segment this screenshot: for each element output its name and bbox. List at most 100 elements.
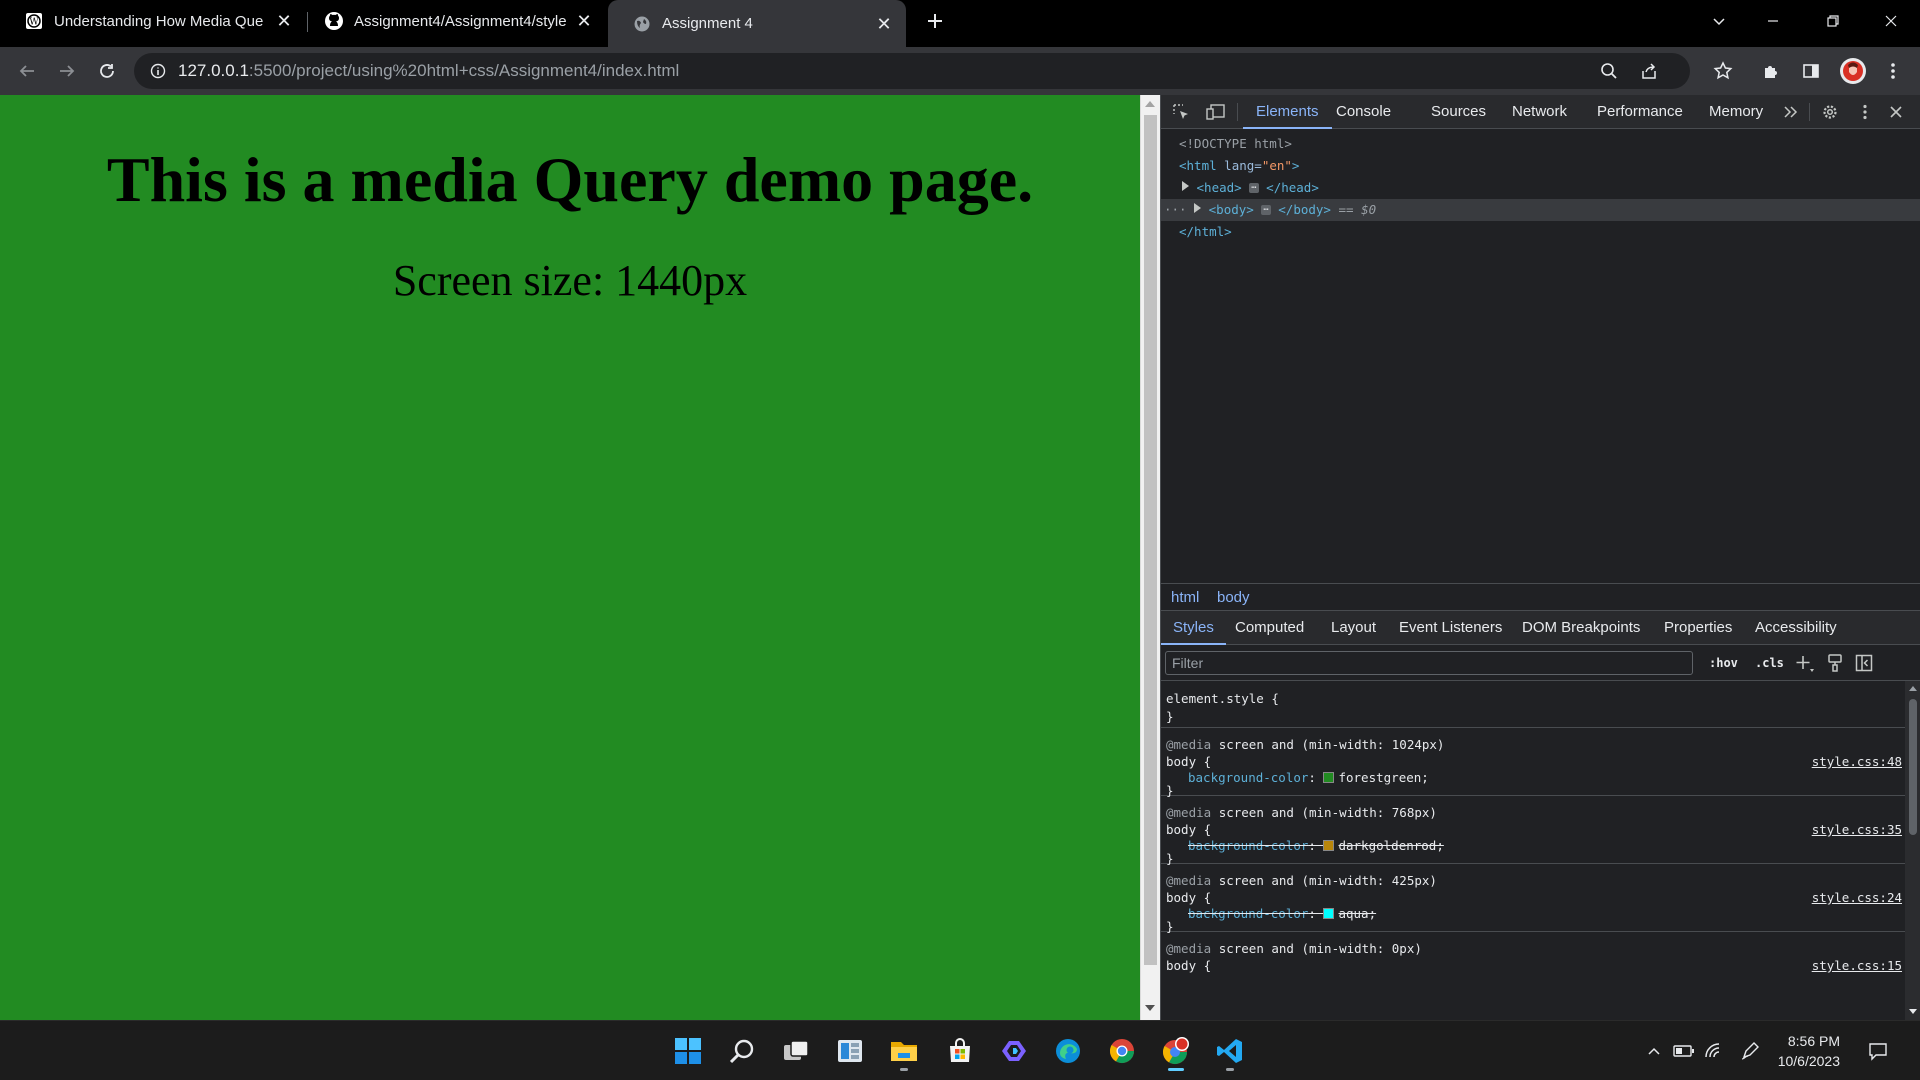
subtab-styles[interactable]: Styles — [1161, 611, 1226, 645]
css-declaration[interactable]: background-color: forestgreen; — [1188, 768, 1429, 788]
battery-icon[interactable] — [1672, 1039, 1696, 1063]
copilot-icon[interactable] — [994, 1031, 1034, 1071]
subtab-dom-breakpoints[interactable]: DOM Breakpoints — [1522, 611, 1640, 645]
notifications-icon[interactable] — [1866, 1039, 1890, 1063]
dom-body-node[interactable]: ··· <body> ⋯ </body> == $0 — [1161, 199, 1920, 221]
tab-network[interactable]: Network — [1512, 95, 1567, 129]
source-link[interactable]: style.css:15 — [1812, 956, 1902, 976]
profile-button[interactable] — [1836, 54, 1870, 88]
widgets-icon[interactable] — [830, 1031, 870, 1071]
scroll-down-arrow[interactable] — [1145, 1005, 1155, 1011]
scroll-up-arrow[interactable] — [1145, 101, 1155, 107]
breadcrumb-html[interactable]: html — [1171, 584, 1199, 612]
expand-triangle-icon[interactable] — [1194, 203, 1202, 213]
tab-close-icon[interactable]: ✕ — [574, 11, 594, 31]
page-scrollbar[interactable] — [1140, 95, 1160, 1020]
close-devtools-icon[interactable] — [1886, 102, 1906, 122]
microsoft-store-icon[interactable] — [940, 1031, 980, 1071]
tab-sources[interactable]: Sources — [1431, 95, 1486, 129]
subtab-computed[interactable]: Computed — [1235, 611, 1304, 645]
color-swatch[interactable] — [1323, 908, 1335, 919]
subtab-properties[interactable]: Properties — [1664, 611, 1732, 645]
scrollbar-thumb[interactable] — [1909, 699, 1917, 835]
media-rule-1024[interactable]: @media screen and (min-width: 1024px) bo… — [1161, 728, 1905, 798]
tab-close-icon[interactable]: ✕ — [874, 14, 894, 34]
start-icon[interactable] — [668, 1031, 708, 1071]
element-state-paint-icon[interactable] — [1827, 654, 1843, 672]
chrome-menu-button[interactable] — [1876, 54, 1910, 88]
devtools-menu-icon[interactable] — [1855, 102, 1875, 122]
media-rule-425[interactable]: @media screen and (min-width: 425px) bod… — [1161, 864, 1905, 934]
edge-icon[interactable] — [1048, 1031, 1088, 1071]
new-tab-button[interactable] — [918, 4, 952, 38]
vscode-icon[interactable] — [1210, 1031, 1250, 1071]
dom-doctype[interactable]: <!DOCTYPE html> — [1161, 133, 1920, 155]
show-hidden-icons-chevron-icon[interactable] — [1642, 1039, 1666, 1063]
tab-search-button[interactable] — [1702, 4, 1736, 38]
css-declaration-overridden[interactable]: background-color: darkgoldenrod; — [1188, 836, 1444, 856]
gutter-dots[interactable]: ··· — [1164, 202, 1187, 217]
class-toggle[interactable]: .cls — [1755, 653, 1784, 673]
close-window-button[interactable] — [1874, 4, 1908, 38]
tab-close-icon[interactable]: ✕ — [274, 11, 294, 31]
inspect-element-icon[interactable] — [1171, 102, 1191, 122]
scroll-up-arrow[interactable] — [1909, 686, 1917, 691]
styles-filter-input[interactable] — [1165, 651, 1693, 675]
scroll-down-arrow[interactable] — [1909, 1009, 1917, 1014]
file-explorer-icon[interactable] — [884, 1031, 924, 1071]
source-link[interactable]: style.css:35 — [1812, 820, 1902, 840]
zoom-icon[interactable] — [1600, 62, 1618, 80]
more-tabs-icon[interactable] — [1781, 102, 1801, 122]
taskbar-clock[interactable]: 8:56 PM 10/6/2023 — [1752, 1031, 1840, 1071]
tab-memory[interactable]: Memory — [1709, 95, 1763, 129]
restore-button[interactable] — [1816, 4, 1850, 38]
chrome-profile-icon[interactable] — [1156, 1031, 1196, 1071]
address-bar[interactable]: 127.0.0.1:5500/project/using%20html+css/… — [134, 53, 1690, 89]
tab-assignment-4[interactable]: Assignment 4 ✕ — [608, 0, 906, 47]
subtab-accessibility[interactable]: Accessibility — [1755, 611, 1837, 645]
task-view-icon[interactable] — [776, 1031, 816, 1071]
scrollbar-thumb[interactable] — [1144, 115, 1157, 965]
tab-github-style[interactable]: Assignment4/Assignment4/style ✕ — [300, 0, 606, 42]
minimize-button[interactable] — [1756, 4, 1790, 38]
bookmark-button[interactable] — [1706, 54, 1740, 88]
reload-icon — [100, 64, 114, 78]
site-info-icon[interactable] — [150, 63, 166, 79]
globe-icon — [632, 14, 652, 34]
styles-scrollbar[interactable] — [1905, 681, 1920, 1020]
subtab-event-listeners[interactable]: Event Listeners — [1399, 611, 1502, 645]
source-link[interactable]: style.css:24 — [1812, 888, 1902, 908]
forward-button[interactable] — [50, 54, 84, 88]
breadcrumb-body[interactable]: body — [1217, 584, 1250, 612]
wifi-icon[interactable] — [1702, 1039, 1726, 1063]
media-rule-0[interactable]: @media screen and (min-width: 0px) body … — [1161, 932, 1905, 1020]
tab-elements[interactable]: Elements — [1243, 95, 1332, 129]
device-toolbar-icon[interactable] — [1206, 102, 1226, 122]
dom-html-open[interactable]: <html lang="en"> — [1161, 155, 1920, 177]
dom-head-node[interactable]: <head> ⋯ </head> — [1161, 177, 1920, 199]
expand-triangle-icon[interactable] — [1182, 181, 1189, 191]
share-icon[interactable] — [1640, 62, 1658, 80]
subtab-layout[interactable]: Layout — [1331, 611, 1376, 645]
back-button[interactable] — [10, 54, 44, 88]
tab-media-queries[interactable]: W Understanding How Media Que ✕ — [0, 0, 306, 42]
search-icon[interactable] — [722, 1031, 762, 1071]
css-declaration-overridden[interactable]: background-color: aqua; — [1188, 904, 1376, 924]
extensions-button[interactable] — [1754, 54, 1788, 88]
element-style-rule[interactable]: element.style { } — [1161, 681, 1905, 728]
media-rule-768[interactable]: @media screen and (min-width: 768px) bod… — [1161, 796, 1905, 866]
source-link[interactable]: style.css:48 — [1812, 752, 1902, 772]
tab-performance[interactable]: Performance — [1597, 95, 1683, 129]
color-swatch[interactable] — [1323, 772, 1335, 783]
tab-console[interactable]: Console — [1336, 95, 1391, 129]
color-swatch[interactable] — [1323, 840, 1335, 851]
dom-html-close[interactable]: </html> — [1161, 221, 1920, 243]
new-style-rule-icon[interactable] — [1795, 654, 1815, 674]
hover-state-toggle[interactable]: :hov — [1709, 653, 1738, 673]
toggle-sidebar-icon[interactable] — [1855, 654, 1873, 672]
side-panel-button[interactable] — [1794, 54, 1828, 88]
restore-icon — [1827, 15, 1839, 27]
settings-gear-icon[interactable] — [1820, 102, 1840, 122]
reload-button[interactable] — [90, 54, 124, 88]
chrome-icon[interactable] — [1102, 1031, 1142, 1071]
